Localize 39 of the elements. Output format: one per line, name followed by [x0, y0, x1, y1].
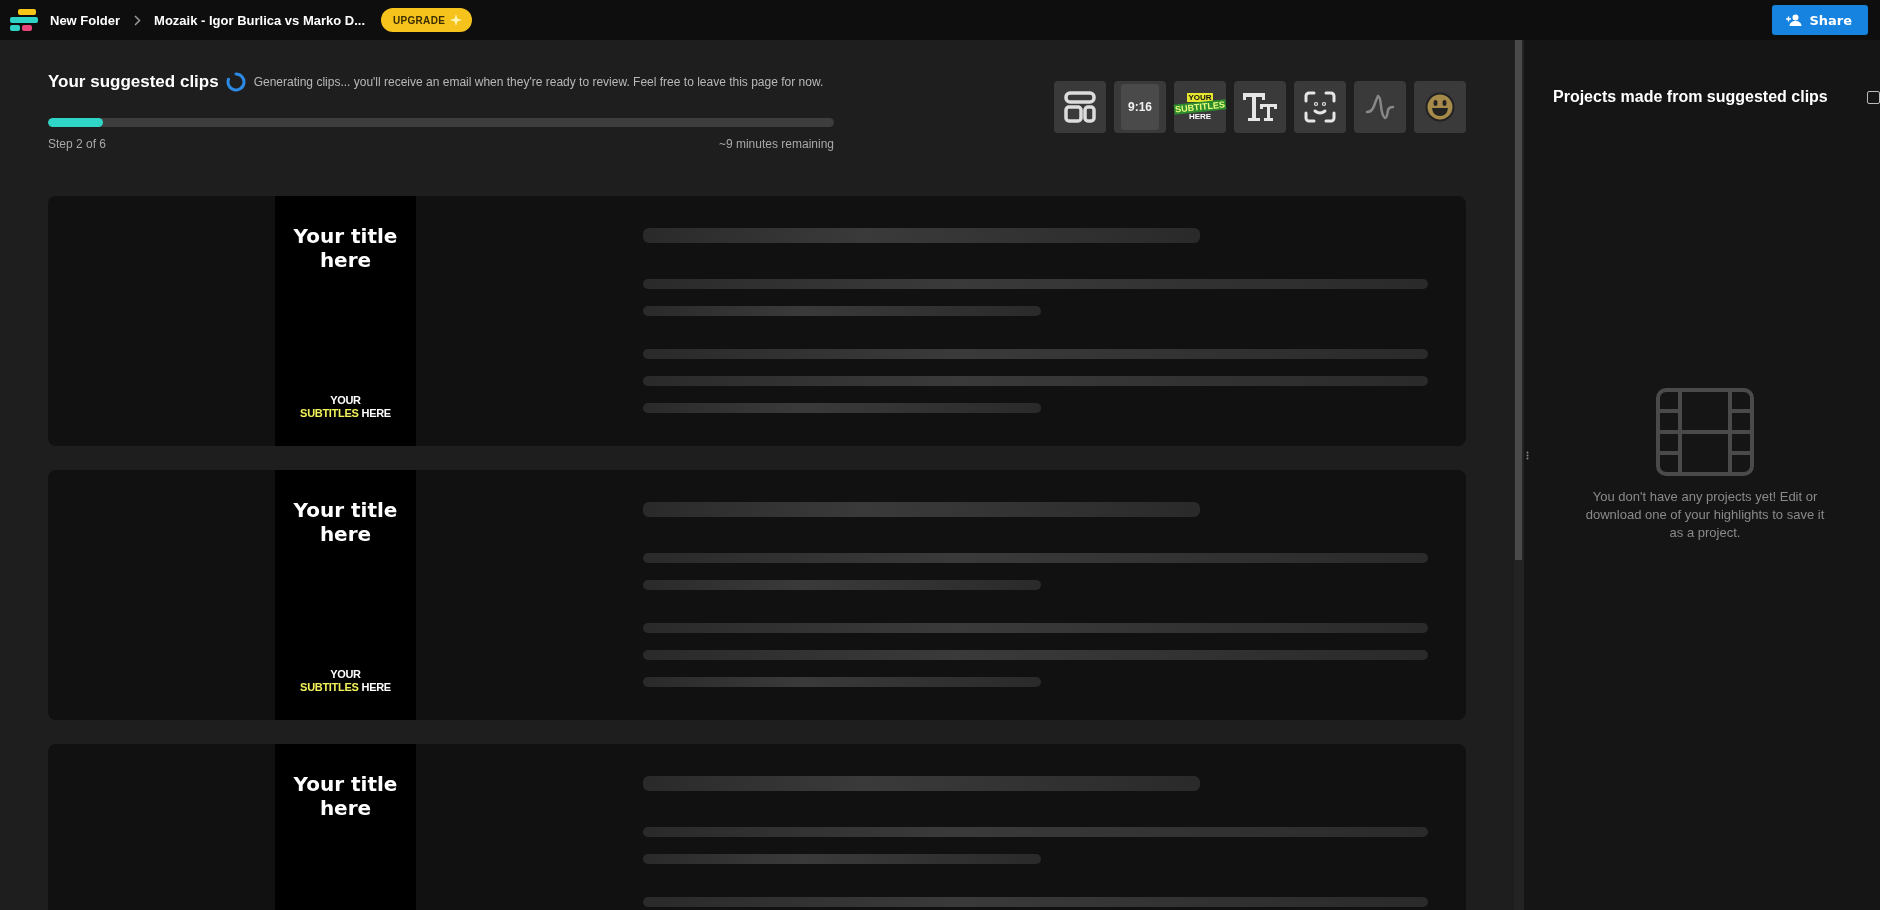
share-button[interactable]: Share — [1772, 5, 1868, 35]
panel-title: Projects made from suggested clips — [1553, 88, 1828, 106]
checkbox[interactable] — [1867, 90, 1880, 104]
chevron-icon — [134, 14, 142, 26]
add-person-icon — [1786, 14, 1803, 26]
empty-message: You don't have any projects yet! Edit or download one of your highlights to save it as a project. — [1584, 488, 1826, 542]
logo-icon[interactable] — [10, 9, 38, 31]
step-label: Step 2 of 6 — [48, 137, 107, 151]
smiley-icon — [1425, 92, 1455, 122]
time-remaining: ~9 minutes remaining — [718, 137, 834, 151]
subtitle-overlay: YOUR SUBTITLES HERE — [300, 668, 391, 694]
face-detection-button[interactable] — [1294, 81, 1346, 133]
title-overlay: Your title here — [292, 772, 399, 820]
layout-icon — [1063, 90, 1097, 124]
clip-card[interactable]: Your title here — [48, 744, 1466, 910]
title-overlay: Your title here — [292, 498, 399, 546]
text-button[interactable] — [1234, 81, 1286, 133]
breadcrumb-link[interactable]: Mozaik - Igor Burlica vs Marko D... — [154, 12, 366, 28]
wave-button[interactable] — [1354, 81, 1406, 133]
layout-button[interactable] — [1054, 81, 1106, 133]
aspect-ratio-button[interactable]: 9:16 — [1114, 81, 1166, 133]
spinner-icon — [225, 72, 246, 92]
subtitle-overlay: YOUR SUBTITLES HERE — [300, 394, 391, 420]
status-message: Generating clips... you'll receive an email when they're ready to review. Feel free to leave this page for now. — [253, 75, 824, 89]
subtitle-style-button[interactable]: YOUR SUBTITLES HERE — [1174, 81, 1226, 133]
clip-card[interactable]: Your title here YOUR SUBTITLES HERE — [48, 470, 1466, 720]
text-size-icon — [1242, 92, 1278, 122]
film-icon — [1656, 388, 1754, 476]
upgrade-button[interactable]: UPGRADE — [381, 8, 473, 32]
scrollbar[interactable] — [1515, 40, 1522, 560]
wave-icon — [1365, 92, 1395, 122]
emoji-button[interactable] — [1414, 81, 1466, 133]
breadcrumb-link[interactable]: New Folder — [50, 12, 121, 28]
face-scan-icon — [1304, 91, 1336, 123]
section-title: Your suggested clips — [48, 72, 219, 92]
drag-handle-icon[interactable] — [1525, 450, 1529, 460]
title-overlay: Your title here — [292, 224, 399, 272]
clip-card[interactable]: Your title here YOUR SUBTITLES HERE — [48, 196, 1466, 446]
sparkle-icon — [450, 14, 463, 26]
